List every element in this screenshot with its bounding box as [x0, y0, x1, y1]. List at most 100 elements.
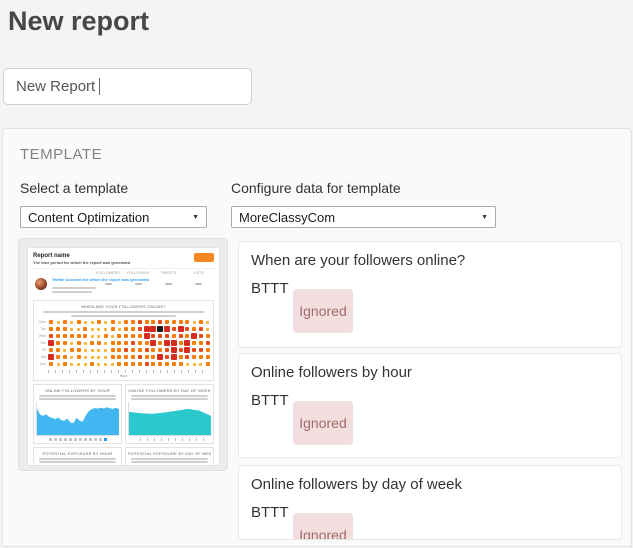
dot	[124, 362, 129, 366]
report-name-input-value: New Report	[16, 78, 96, 95]
configure-data-label: Configure data for template	[231, 180, 401, 196]
dot	[137, 362, 142, 366]
dot	[143, 333, 150, 339]
preview-day-label: Thu	[39, 340, 46, 345]
dot	[104, 348, 108, 352]
dot	[199, 362, 203, 366]
dot	[117, 348, 122, 352]
template-select[interactable]: Content Optimization ▼	[20, 206, 207, 228]
text-line-placeholder	[39, 398, 116, 400]
dot	[56, 362, 60, 366]
text-line-placeholder	[39, 457, 116, 460]
module-status-ignored-button[interactable]: Ignored	[293, 289, 353, 333]
dot	[206, 327, 210, 331]
data-source-select[interactable]: MoreClassyCom ▼	[231, 206, 496, 228]
dot	[83, 327, 88, 331]
dot	[104, 362, 108, 366]
dot	[185, 355, 190, 359]
legend-swatch	[48, 437, 52, 441]
legend-swatch	[53, 437, 57, 441]
dot	[158, 341, 163, 345]
chevron-down-icon: ▼	[481, 213, 488, 221]
dot	[83, 320, 87, 324]
hour-axis-label: Hour	[119, 373, 128, 378]
dot	[70, 341, 74, 345]
page-title: New report	[8, 6, 150, 36]
dot	[90, 327, 94, 331]
dot	[83, 341, 87, 345]
legend-swatch	[88, 437, 92, 441]
avatar	[35, 278, 47, 290]
dot	[62, 355, 67, 359]
dot	[178, 341, 183, 345]
dot	[97, 348, 101, 352]
text-line-placeholder	[43, 311, 204, 313]
dot	[97, 362, 101, 366]
preview-account-link: Twitter Account for which the report was…	[52, 277, 150, 282]
dot	[164, 320, 169, 324]
preview-report-card: Report name The time period for which th…	[27, 247, 220, 466]
preview-chart-exposure-by-hour: POTENTIAL EXPOSURE BY HOUR	[33, 446, 122, 465]
dot	[157, 354, 164, 360]
dot	[130, 348, 135, 352]
dot	[137, 327, 142, 331]
module-status-ignored-button[interactable]: Ignored	[293, 513, 353, 539]
dot	[130, 327, 135, 331]
preview-chart-title: ONLINE FOLLOWERS BY DAY OF WEEK	[128, 387, 211, 393]
chevron-down-icon: ▼	[192, 213, 199, 221]
dot	[178, 320, 183, 324]
dot	[56, 320, 60, 324]
dot	[76, 320, 81, 324]
dot	[158, 334, 163, 338]
dot	[178, 362, 183, 366]
dot	[124, 348, 129, 352]
dot	[96, 320, 101, 324]
module-card: Online followers by day of week BTTT Ign…	[238, 465, 622, 540]
text-line-placeholder	[39, 461, 116, 463]
dot	[206, 320, 210, 324]
dot	[164, 334, 169, 338]
text-line-placeholder	[52, 290, 92, 293]
dot	[185, 327, 190, 331]
dot	[178, 334, 183, 338]
dot	[62, 334, 67, 338]
dot	[124, 341, 129, 345]
preview-export-button	[194, 253, 214, 262]
dot	[191, 333, 198, 339]
dot	[90, 341, 95, 345]
dot	[185, 320, 190, 324]
preview-section-title: WHEN ARE YOUR FOLLOWERS ONLINE?	[81, 304, 166, 309]
data-source-select-value: MoreClassyCom	[239, 209, 336, 225]
dot	[184, 340, 191, 346]
preview-stat-header: TWEETS	[160, 271, 177, 275]
dot	[62, 341, 67, 345]
dot	[137, 334, 142, 338]
dot	[104, 327, 108, 331]
dot	[97, 327, 101, 331]
dot	[90, 362, 95, 366]
preview-stat-header: FOLLOWERS	[96, 271, 121, 275]
preview-stat-value	[195, 283, 203, 285]
dot	[170, 347, 177, 353]
legend-swatch	[78, 437, 82, 441]
dot	[158, 320, 163, 324]
dot	[90, 334, 94, 338]
text-line-placeholder	[131, 457, 208, 460]
dot	[117, 334, 122, 338]
module-status-ignored-button[interactable]: Ignored	[293, 401, 353, 445]
dot	[111, 362, 115, 366]
dot	[171, 334, 176, 338]
report-name-input[interactable]: New Report	[3, 68, 252, 105]
dot	[117, 320, 121, 324]
dot	[163, 340, 170, 346]
preview-stat-header: LISTS	[193, 271, 205, 275]
dot	[83, 355, 87, 359]
module-card: Online followers by hour BTTT Ignored	[238, 353, 622, 458]
dot	[198, 341, 203, 345]
module-title: Online followers by day of week	[251, 476, 462, 493]
dot	[150, 340, 157, 346]
text-line-placeholder	[39, 394, 116, 397]
dot	[49, 362, 54, 366]
dot	[178, 355, 183, 359]
preview-chart-online-by-hour: ONLINE FOLLOWERS BY HOUR	[33, 383, 122, 444]
